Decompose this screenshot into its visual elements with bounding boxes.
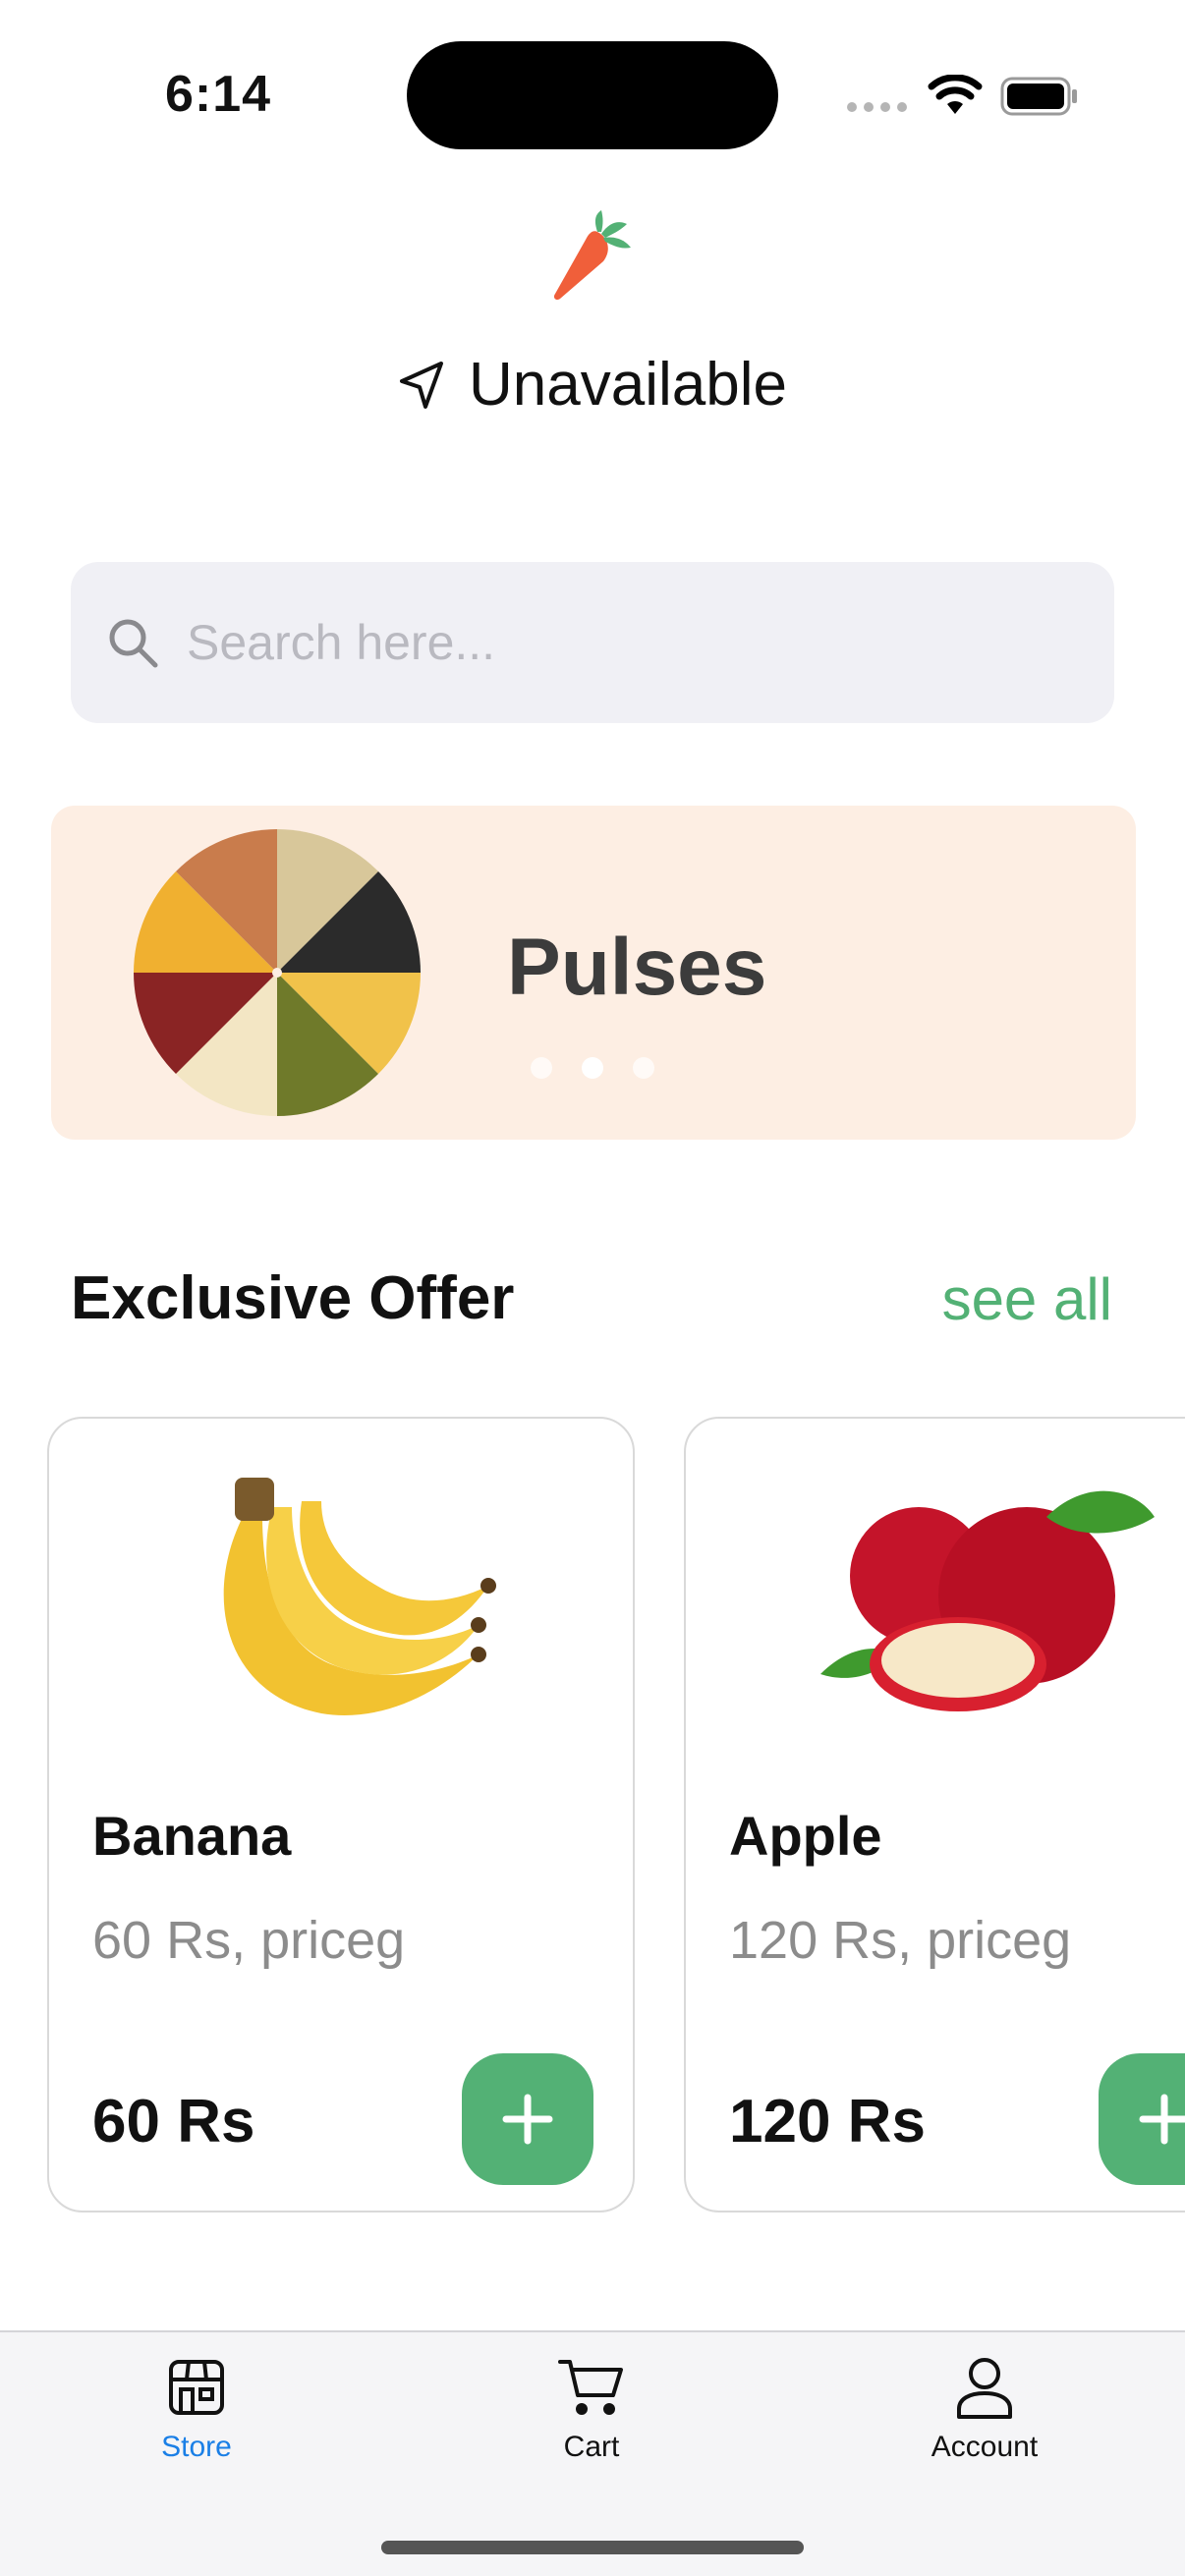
banner-dot[interactable] [531, 1057, 552, 1079]
banana-image [223, 1478, 496, 1715]
product-name: Apple [729, 1805, 882, 1867]
banner-title: Pulses [507, 923, 767, 1012]
tab-cart[interactable]: Cart [444, 2356, 739, 2464]
account-icon [957, 2358, 1012, 2419]
wifi-icon [928, 75, 983, 114]
see-all-link[interactable]: see all [942, 1265, 1112, 1333]
search-icon [109, 619, 158, 668]
search-bar[interactable] [71, 562, 1114, 723]
promo-banner[interactable]: Pulses [51, 806, 1136, 1140]
dynamic-island [407, 41, 778, 149]
cellular-signal-icon [847, 102, 907, 112]
home-indicator[interactable] [381, 2541, 804, 2554]
location-selector[interactable]: Unavailable [0, 350, 1185, 420]
section-title: Exclusive Offer [71, 1264, 515, 1332]
banner-dot[interactable] [633, 1057, 654, 1079]
carrot-logo [553, 210, 631, 301]
store-icon [169, 2360, 224, 2415]
battery-icon [1000, 77, 1077, 116]
product-price: 120 Rs [729, 2088, 926, 2156]
plus-icon [502, 2094, 553, 2145]
tab-label: Store [161, 2431, 232, 2463]
location-text: Unavailable [469, 351, 787, 419]
product-unit: 60 Rs, priceg [92, 1911, 406, 1970]
apple-image [820, 1490, 1155, 1711]
status-time: 6:14 [165, 66, 272, 123]
add-to-cart-button[interactable] [1099, 2053, 1185, 2185]
tab-label: Cart [563, 2431, 620, 2463]
add-to-cart-button[interactable] [462, 2053, 593, 2185]
product-name: Banana [92, 1805, 292, 1867]
banner-pagination[interactable] [531, 1057, 654, 1079]
product-card-banana[interactable]: Banana 60 Rs, priceg 60 Rs [47, 1417, 635, 2212]
navigation-arrow-icon [400, 361, 443, 409]
product-card-apple[interactable]: Apple 120 Rs, priceg 120 Rs [684, 1417, 1185, 2212]
plus-icon [1139, 2094, 1185, 2145]
search-input[interactable] [187, 614, 1051, 671]
tab-account[interactable]: Account [837, 2356, 1132, 2464]
pulses-image [134, 829, 421, 1116]
tab-store[interactable]: Store [49, 2356, 344, 2464]
product-price: 60 Rs [92, 2088, 255, 2156]
app-screen: 6:14 Unavailable Search here... Pulses E… [0, 0, 1185, 2576]
cart-icon [558, 2360, 623, 2415]
product-unit: 120 Rs, priceg [729, 1911, 1072, 1970]
bottom-tab-bar: Store Cart Account [0, 2330, 1185, 2576]
banner-dot-active[interactable] [582, 1057, 603, 1079]
tab-label: Account [931, 2431, 1039, 2463]
